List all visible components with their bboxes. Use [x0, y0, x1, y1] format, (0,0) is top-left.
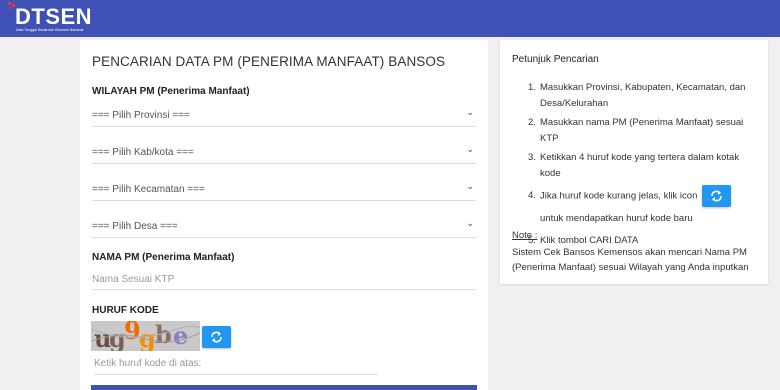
note-title: Note :	[512, 230, 538, 241]
list-item: 4. Jika huruf kode kurang jelas, klik ico…	[528, 185, 756, 230]
refresh-icon	[711, 190, 722, 202]
refresh-icon	[211, 331, 222, 343]
refresh-captcha-button[interactable]	[202, 326, 231, 348]
kecamatan-select-value: === Pilih Kecamatan ===	[92, 184, 205, 195]
inline-refresh-button[interactable]	[702, 185, 731, 207]
nama-placeholder: Nama Sesuai KTP	[92, 274, 175, 285]
desa-select[interactable]: === Pilih Desa === ⌄	[92, 214, 476, 238]
captcha-image: u g 9 g b e	[91, 321, 200, 351]
kabkota-select-value: === Pilih Kab/kota ===	[92, 147, 194, 158]
list-item: 2. Masukkan nama PM (Penerima Manfaat) se…	[528, 117, 744, 144]
dtsen-logo[interactable]: DTSEN Data Tunggal Sosial dan Ekonomi Na…	[8, 2, 94, 34]
chevron-down-icon: ⌄	[466, 218, 474, 228]
kode-placeholder: Ketik huruf kode di atas:	[94, 358, 202, 369]
kode-input[interactable]: Ketik huruf kode di atas:	[94, 358, 378, 375]
nama-label: NAMA PM (Penerima Manfaat)	[92, 252, 235, 263]
note-text: Sistem Cek Bansos Kemensos akan mencari …	[512, 247, 749, 273]
nama-input[interactable]: Nama Sesuai KTP	[92, 274, 476, 290]
wilayah-label: WILAYAH PM (Penerima Manfaat)	[92, 86, 250, 97]
instructions-list: 1. Masukkan Provinsi, Kabupaten, Kecamata…	[528, 80, 756, 252]
kabkota-select[interactable]: === Pilih Kab/kota === ⌄	[92, 140, 476, 164]
chevron-down-icon: ⌄	[466, 181, 474, 191]
search-form-card: PENCARIAN DATA PM (PENERIMA MANFAAT) BAN…	[80, 40, 488, 390]
list-item: 1. Masukkan Provinsi, Kabupaten, Kecamata…	[528, 82, 746, 109]
logo-text: DTSEN	[15, 4, 93, 29]
chevron-down-icon: ⌄	[466, 107, 474, 117]
desa-select-value: === Pilih Desa ===	[92, 221, 178, 232]
kecamatan-select[interactable]: === Pilih Kecamatan === ⌄	[92, 177, 476, 201]
top-navbar: DTSEN Data Tunggal Sosial dan Ekonomi Na…	[0, 0, 780, 37]
instructions-title: Petunjuk Pencarian	[512, 54, 599, 65]
logo-subtitle: Data Tunggal Sosial dan Ekonomi Nasional	[16, 28, 84, 32]
kode-label: HURUF KODE	[92, 305, 159, 316]
provinsi-select-value: === Pilih Provinsi ===	[92, 110, 190, 121]
cari-data-button[interactable]	[91, 385, 477, 390]
list-item: 3. Ketikkan 4 huruf kode yang tertera dal…	[528, 152, 740, 179]
page-title: PENCARIAN DATA PM (PENERIMA MANFAAT) BAN…	[92, 54, 446, 69]
provinsi-select[interactable]: === Pilih Provinsi === ⌄	[92, 103, 476, 127]
chevron-down-icon: ⌄	[466, 144, 474, 154]
instructions-card: Petunjuk Pencarian 1. Masukkan Provinsi, …	[500, 40, 768, 284]
